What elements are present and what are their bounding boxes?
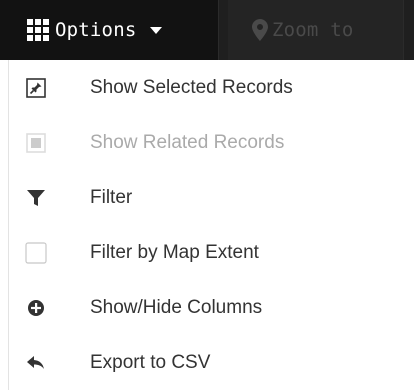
plus-circle-icon xyxy=(25,297,47,319)
menu-item-label: Show Related Records xyxy=(90,131,285,153)
menu-item-label: Filter xyxy=(90,186,133,208)
square-filled-icon xyxy=(25,132,47,154)
menu-item-show-related-records[interactable]: Show Related Records xyxy=(9,115,408,170)
zoom-to-button[interactable]: Zoom to xyxy=(228,0,404,60)
checkbox-empty-icon[interactable] xyxy=(25,241,47,264)
zoom-to-label: Zoom to xyxy=(272,19,354,41)
reply-arrow-icon xyxy=(25,352,47,374)
menu-item-export-to-csv[interactable]: Export to CSV xyxy=(9,335,408,390)
funnel-icon xyxy=(25,187,47,209)
attribute-table-toolbar: Options Zoom to xyxy=(0,0,414,60)
menu-item-label: Show Selected Records xyxy=(90,76,293,98)
menu-item-filter-by-map-extent[interactable]: Filter by Map Extent xyxy=(9,225,408,280)
toolbar-divider xyxy=(218,0,228,60)
menu-item-label: Filter by Map Extent xyxy=(90,241,259,263)
map-marker-icon xyxy=(252,19,268,41)
options-label: Options xyxy=(55,19,137,41)
pin-box-icon xyxy=(25,77,47,99)
menu-item-filter[interactable]: Filter xyxy=(9,170,408,225)
menu-item-show-hide-columns[interactable]: Show/Hide Columns xyxy=(9,280,408,335)
menu-item-label: Export to CSV xyxy=(90,351,211,373)
menu-item-show-selected-records[interactable]: Show Selected Records xyxy=(9,60,408,115)
grid-icon xyxy=(27,19,49,41)
caret-down-icon xyxy=(150,26,163,34)
options-button[interactable]: Options xyxy=(0,0,218,60)
menu-item-label: Show/Hide Columns xyxy=(90,296,263,318)
options-menu: Show Selected Records Show Related Recor… xyxy=(8,60,408,390)
